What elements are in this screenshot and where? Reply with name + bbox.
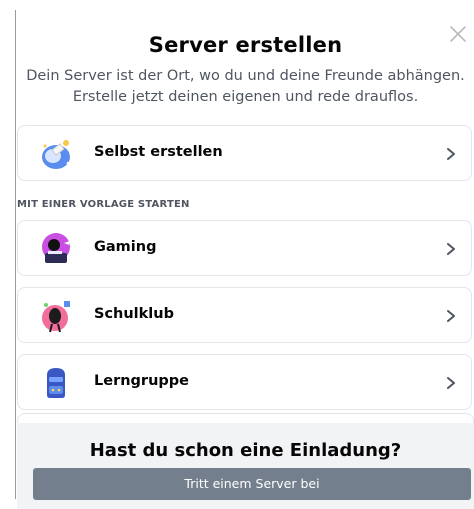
subtitle-line-2: Erstelle jetzt deinen eigenen und rede d… bbox=[72, 89, 419, 105]
modal-footer: Hast du schon eine Einladung? Tritt eine… bbox=[17, 423, 474, 509]
school-club-icon bbox=[42, 301, 70, 333]
modal-title: Server erstellen bbox=[148, 33, 343, 57]
study-group-icon bbox=[47, 368, 65, 398]
template-gaming-label: Gaming bbox=[94, 239, 157, 255]
modal-subtitle: Dein Server ist der Ort, wo du und deine… bbox=[17, 66, 474, 108]
template-study-group[interactable]: Lerngruppe bbox=[17, 354, 472, 410]
template-school-club[interactable]: Schulklub bbox=[17, 287, 472, 343]
background-edge-line bbox=[15, 10, 16, 499]
create-own-option[interactable]: Selbst erstellen bbox=[17, 125, 472, 181]
close-icon[interactable] bbox=[448, 24, 468, 44]
chevron-right-icon bbox=[447, 148, 455, 160]
template-section-label: MIT EINER VORLAGE STARTEN bbox=[17, 199, 190, 210]
subtitle-line-1: Dein Server ist der Ort, wo du und deine… bbox=[26, 68, 465, 84]
template-gaming[interactable]: Gaming bbox=[17, 220, 472, 276]
create-own-icon bbox=[42, 140, 70, 169]
join-server-button[interactable]: Tritt einem Server bei bbox=[33, 468, 471, 500]
chevron-right-icon bbox=[447, 377, 455, 389]
chevron-right-icon bbox=[447, 310, 455, 322]
chevron-right-icon bbox=[447, 243, 455, 255]
invite-question: Hast du schon eine Einladung? bbox=[89, 440, 402, 461]
create-own-label: Selbst erstellen bbox=[94, 144, 223, 160]
template-school-club-label: Schulklub bbox=[94, 306, 174, 322]
template-study-group-label: Lerngruppe bbox=[94, 373, 189, 389]
gaming-icon bbox=[42, 233, 70, 263]
